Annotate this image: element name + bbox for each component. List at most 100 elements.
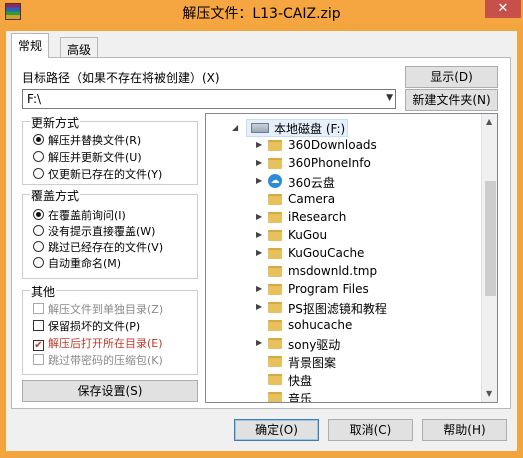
radio-unselected-icon — [33, 168, 44, 179]
show-button[interactable]: 显示(D) — [405, 66, 498, 88]
cancel-button[interactable]: 取消(C) — [328, 419, 413, 441]
other-options-title: 其他 — [30, 283, 57, 300]
expand-arrow-icon[interactable]: ▶ — [256, 338, 262, 347]
radio-extract-replace[interactable]: 解压并替换文件(R) — [33, 132, 141, 148]
expand-arrow-icon[interactable]: ▶ — [256, 284, 262, 293]
title-bar[interactable]: 解压文件：L13-CAIZ.zip ✕ — [0, 0, 523, 24]
folder-icon — [268, 248, 282, 259]
folder-icon — [268, 356, 282, 367]
tab-general[interactable]: 常规 — [11, 33, 50, 58]
tree-item-label: sony驱动 — [288, 338, 341, 352]
expand-arrow-icon[interactable]: ▶ — [256, 248, 262, 257]
tree-item-label: Camera — [288, 192, 336, 206]
overwrite-mode-group: 覆盖方式 在覆盖前询问(I) 没有提示直接覆盖(W) 跳过已经存在的文件(V) … — [22, 187, 198, 279]
radio-unselected-icon — [33, 257, 44, 268]
tree-item-label: KuGouCache — [288, 246, 365, 260]
folder-icon — [268, 266, 282, 277]
tree-item[interactable]: Camera — [206, 191, 476, 209]
update-mode-group: 更新方式 解压并替换文件(R) 解压并更新文件(U) 仅更新已存在的文件(Y) — [22, 114, 198, 185]
tree-item[interactable]: ▶ Program Files — [206, 281, 476, 299]
radio-overwrite-without-prompt[interactable]: 没有提示直接覆盖(W) — [33, 223, 155, 239]
folder-tree[interactable]: ◢ 本地磁盘 (F:) ▶ 360Downloads ▶ 360PhoneInfo … — [205, 113, 498, 403]
checkbox-icon — [33, 320, 44, 331]
radio-extract-update[interactable]: 解压并更新文件(U) — [33, 149, 142, 165]
hard-drive-icon — [251, 123, 269, 133]
extract-dialog: 解压文件：L13-CAIZ.zip ✕ 常规 高级 目标路径（如果不存在将被创建… — [0, 0, 523, 458]
tree-item-label: iResearch — [288, 210, 347, 224]
folder-icon — [268, 212, 282, 223]
option-label: 自动重命名(M) — [48, 257, 122, 270]
folder-icon — [268, 302, 282, 313]
other-options-group: 其他 解压文件到单独目录(Z) 保留损坏的文件(P) ✔ 解压后打开所在目录(E)… — [22, 283, 198, 375]
tree-item-label: PS抠图滤镜和教程 — [288, 302, 387, 316]
tree-item[interactable]: ▶ ☁ 360云盘 — [206, 173, 476, 191]
tree-item[interactable]: 快盘 — [206, 371, 476, 389]
tree-item-label: 360云盘 — [288, 176, 335, 190]
window-title: 解压文件：L13-CAIZ.zip — [182, 6, 341, 22]
chevron-down-icon[interactable]: ▼ — [386, 93, 393, 103]
option-label: 没有提示直接覆盖(W) — [48, 225, 156, 238]
tree-item-label: 背景图案 — [288, 356, 337, 370]
expand-arrow-icon[interactable]: ▶ — [256, 140, 262, 149]
target-path-combobox[interactable]: F:\ ▼ — [22, 89, 396, 109]
tree-item[interactable]: ▶ iResearch — [206, 209, 476, 227]
tree-item[interactable]: ▶ PS抠图滤镜和教程 — [206, 299, 476, 317]
option-label: 解压并替换文件(R) — [48, 134, 142, 147]
overwrite-mode-title: 覆盖方式 — [30, 187, 81, 204]
radio-selected-icon — [33, 134, 44, 145]
new-folder-button[interactable]: 新建文件夹(N) — [405, 89, 498, 111]
radio-ask-before-overwrite[interactable]: 在覆盖前询问(I) — [33, 207, 126, 223]
scroll-down-icon[interactable]: ▼ — [486, 389, 492, 398]
help-button[interactable]: 帮助(H) — [422, 419, 507, 441]
tree-item[interactable]: msdownld.tmp — [206, 263, 476, 281]
folder-icon — [268, 140, 282, 151]
expand-arrow-icon[interactable]: ▶ — [256, 158, 262, 167]
checkbox-separate-folder[interactable]: 解压文件到单独目录(Z) — [33, 301, 163, 317]
scroll-up-icon[interactable]: ▲ — [486, 117, 492, 126]
folder-icon — [268, 284, 282, 295]
folder-icon — [268, 158, 282, 169]
ok-button[interactable]: 确定(O) — [234, 419, 319, 441]
checkbox-icon — [33, 354, 44, 365]
tree-item[interactable]: 背景图案 — [206, 353, 476, 371]
expand-arrow-icon[interactable]: ▶ — [256, 302, 262, 311]
expand-arrow-icon[interactable]: ▶ — [256, 230, 262, 239]
folder-icon — [268, 230, 282, 241]
tab-advanced[interactable]: 高级 — [60, 37, 99, 57]
scrollbar-thumb[interactable] — [485, 181, 496, 296]
tree-item-label: 360PhoneInfo — [288, 156, 371, 170]
checkbox-open-folder-after[interactable]: ✔ 解压后打开所在目录(E) — [33, 335, 163, 351]
radio-skip-existing[interactable]: 跳过已经存在的文件(V) — [33, 239, 163, 255]
radio-auto-rename[interactable]: 自动重命名(M) — [33, 255, 121, 271]
target-path-value: F:\ — [27, 92, 42, 106]
checkbox-keep-broken[interactable]: 保留损坏的文件(P) — [33, 318, 140, 334]
tree-item-label: Program Files — [288, 282, 369, 296]
tree-item[interactable]: sohucache — [206, 317, 476, 335]
tree-item-label: 快盘 — [288, 374, 313, 388]
save-settings-button[interactable]: 保存设置(S) — [22, 380, 198, 402]
tree-item[interactable]: 音乐 — [206, 389, 476, 402]
tree-item[interactable]: ▶ sony驱动 — [206, 335, 476, 353]
close-button[interactable]: ✕ — [485, 0, 521, 18]
option-label: 解压后打开所在目录(E) — [48, 337, 163, 350]
tree-item[interactable]: ▶ 360Downloads — [206, 137, 476, 155]
expand-arrow-icon[interactable]: ▶ — [256, 176, 262, 185]
radio-selected-icon — [33, 209, 44, 220]
tree-item-label: msdownld.tmp — [288, 264, 378, 278]
general-tab-panel: 目标路径（如果不存在将被创建）(X) 显示(D) F:\ ▼ 新建文件夹(N) … — [11, 57, 511, 409]
folder-icon — [268, 320, 282, 331]
tree-vertical-scrollbar[interactable]: ▲ ▼ — [481, 114, 497, 402]
checkbox-skip-encrypted[interactable]: 跳过带密码的压缩包(K) — [33, 352, 163, 368]
collapse-arrow-icon[interactable]: ◢ — [232, 123, 238, 132]
tree-item[interactable]: ▶ KuGou — [206, 227, 476, 245]
radio-update-existing[interactable]: 仅更新已存在的文件(Y) — [33, 166, 162, 182]
folder-icon — [268, 392, 282, 402]
expand-arrow-icon[interactable]: ▶ — [256, 212, 262, 221]
option-label: 在覆盖前询问(I) — [48, 209, 126, 222]
folder-icon — [268, 338, 282, 349]
tree-item[interactable]: ▶ 360PhoneInfo — [206, 155, 476, 173]
option-label: 仅更新已存在的文件(Y) — [48, 168, 163, 181]
folder-icon — [268, 194, 282, 205]
tree-item[interactable]: ▶ KuGouCache — [206, 245, 476, 263]
tree-root-drive[interactable]: ◢ 本地磁盘 (F:) — [206, 119, 476, 137]
